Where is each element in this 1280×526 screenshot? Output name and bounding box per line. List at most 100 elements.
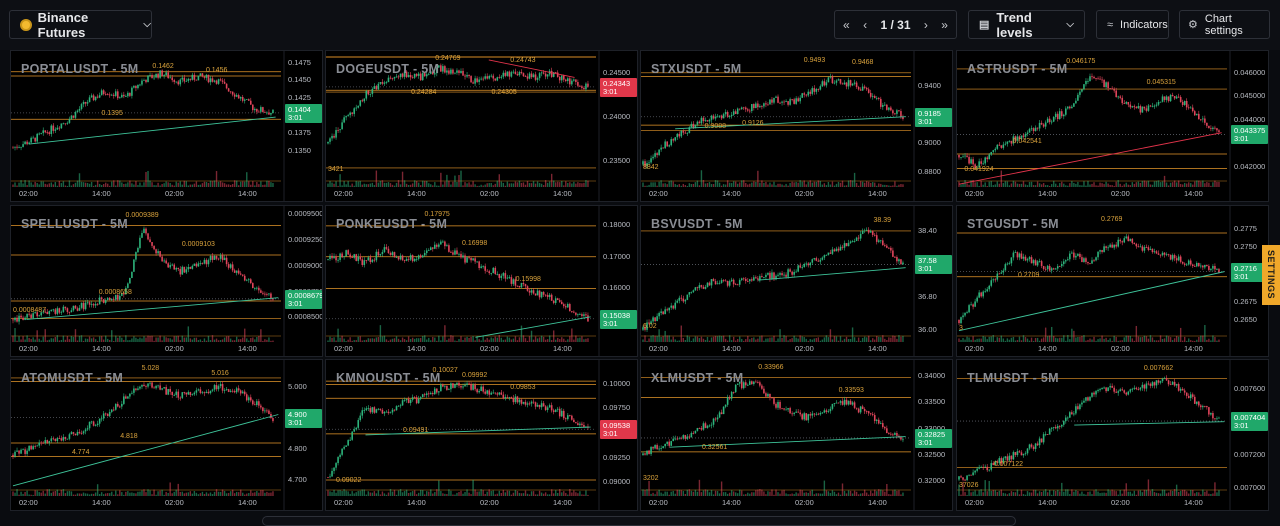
volume-bar xyxy=(186,337,187,342)
trend-line[interactable] xyxy=(13,415,278,486)
candle-body xyxy=(264,294,266,295)
candle-body xyxy=(842,84,844,85)
volume-bar xyxy=(725,185,726,187)
volume-bar xyxy=(505,340,506,342)
volume-bar xyxy=(351,491,352,496)
volume-bar xyxy=(61,340,62,342)
volume-bar xyxy=(139,492,140,496)
candle-body xyxy=(551,405,553,410)
candle-body xyxy=(226,258,228,264)
volume-bar xyxy=(45,494,46,496)
chart-panel[interactable]: SPELLUSDT - 5M0.00093890.00091030.000865… xyxy=(10,205,323,357)
chart-panel[interactable]: PORTALUSDT - 5M0.14620.14560.13950.14750… xyxy=(10,50,323,202)
volume-bar xyxy=(188,492,189,496)
volume-bar xyxy=(1081,185,1082,187)
volume-bar xyxy=(860,181,861,187)
volume-bar xyxy=(1035,338,1036,342)
volume-bar xyxy=(1043,491,1044,496)
trend-line[interactable] xyxy=(959,133,1222,184)
candle-body xyxy=(89,422,91,428)
candle-body xyxy=(876,235,878,242)
candle-body xyxy=(695,431,697,433)
candle-body xyxy=(1097,78,1099,79)
candle-body xyxy=(854,83,856,84)
candle-body xyxy=(711,425,713,426)
trend-line[interactable] xyxy=(1074,422,1224,425)
candle-body xyxy=(351,257,353,258)
candle-body xyxy=(1176,258,1178,260)
candle-body xyxy=(731,392,733,399)
candle-body xyxy=(966,156,968,157)
volume-bar xyxy=(63,489,64,496)
chart-panel[interactable]: STXUSDT - 5M0.94930.94680.90880.91268842… xyxy=(640,50,953,202)
chart-panel[interactable]: BSVUSDT - 5M38.396.0238.4036.8036.0002:0… xyxy=(640,205,953,357)
volume-bar xyxy=(1142,492,1143,496)
coin-icon xyxy=(20,19,32,31)
volume-bar xyxy=(153,341,154,342)
chart-panel[interactable]: ATOMUSDT - 5M5.0285.0164.8184.7745.0004.… xyxy=(10,359,323,511)
candle-body xyxy=(537,405,539,407)
chart-panel[interactable]: ASTRUSDT - 5M0.0461750.0453150.0425410.0… xyxy=(956,50,1269,202)
candle-body xyxy=(12,455,14,457)
candle-body xyxy=(216,256,218,259)
volume-bar xyxy=(826,490,827,496)
next-page-button[interactable]: › xyxy=(924,18,928,32)
volume-bar xyxy=(1021,184,1022,187)
volume-bar xyxy=(484,185,485,187)
volume-bar xyxy=(763,491,764,496)
candle-body xyxy=(97,424,99,425)
chart-settings-button[interactable]: ⚙ Chart settings xyxy=(1179,10,1270,39)
volume-bar xyxy=(65,185,66,187)
volume-bar xyxy=(539,491,540,496)
chart-panel[interactable]: DOGEUSDT - 5M0.247690.247430.242840.2430… xyxy=(325,50,638,202)
volume-bar xyxy=(125,184,126,187)
chart-title: SPELLUSDT - 5M xyxy=(21,217,128,231)
candle-body xyxy=(498,393,500,395)
prev-page-button[interactable]: ‹ xyxy=(863,18,867,32)
chart-panel[interactable]: TLMUSDT - 5M0.0076620.007122370260.00760… xyxy=(956,359,1269,511)
candle-body xyxy=(811,88,813,94)
volume-bar xyxy=(497,494,498,496)
volume-bar xyxy=(157,183,158,187)
candle-body xyxy=(1033,128,1035,131)
trend-line[interactable] xyxy=(959,272,1224,331)
volume-bar xyxy=(862,182,863,187)
chart-panel[interactable]: PONKEUSDT - 5M0.179750.169980.159980.180… xyxy=(325,205,638,357)
last-page-button[interactable]: » xyxy=(941,18,948,32)
trend-levels-dropdown[interactable]: ▤ Trend levels ⌵ xyxy=(968,10,1085,39)
indicators-button[interactable]: ≈ Indicators xyxy=(1096,10,1169,39)
candle-body xyxy=(854,241,856,242)
trend-line[interactable] xyxy=(475,317,590,338)
candle-body xyxy=(456,383,458,384)
candle-body xyxy=(571,81,573,85)
exchange-selector[interactable]: Binance Futures ⌵ xyxy=(9,10,152,39)
volume-bar xyxy=(527,181,528,187)
candle-body xyxy=(210,78,212,82)
chart-panel[interactable]: KMNOUSDT - 5M0.100270.099920.098530.0949… xyxy=(325,359,638,511)
chart-panel[interactable]: XLMUSDT - 5M0.339660.335930.3256132020.3… xyxy=(640,359,953,511)
candle-body xyxy=(337,457,339,463)
candle-body xyxy=(1134,106,1136,107)
candle-body xyxy=(113,410,115,411)
candle-body xyxy=(555,298,557,303)
candle-body xyxy=(95,97,97,100)
candle-body xyxy=(99,419,101,424)
candle-body xyxy=(811,414,813,416)
candle-body xyxy=(50,438,52,441)
volume-bar xyxy=(1009,493,1010,496)
first-page-button[interactable]: « xyxy=(843,18,850,32)
candle-body xyxy=(496,77,498,80)
volume-bar xyxy=(563,339,564,342)
candle-body xyxy=(882,240,884,245)
chart-panel[interactable]: STGUSDT - 5M0.27690.270930.27750.27500.2… xyxy=(956,205,1269,357)
volume-bar xyxy=(648,481,649,496)
volume-bar xyxy=(18,183,19,187)
volume-bar xyxy=(862,338,863,342)
price-badge: 4.9003:01 xyxy=(285,409,322,428)
price-badge: 0.150383:01 xyxy=(600,310,637,329)
candle-body xyxy=(660,148,662,150)
volume-bar xyxy=(452,336,453,342)
candle-body xyxy=(137,85,139,88)
candle-body xyxy=(715,117,717,119)
trend-line[interactable] xyxy=(29,117,276,144)
